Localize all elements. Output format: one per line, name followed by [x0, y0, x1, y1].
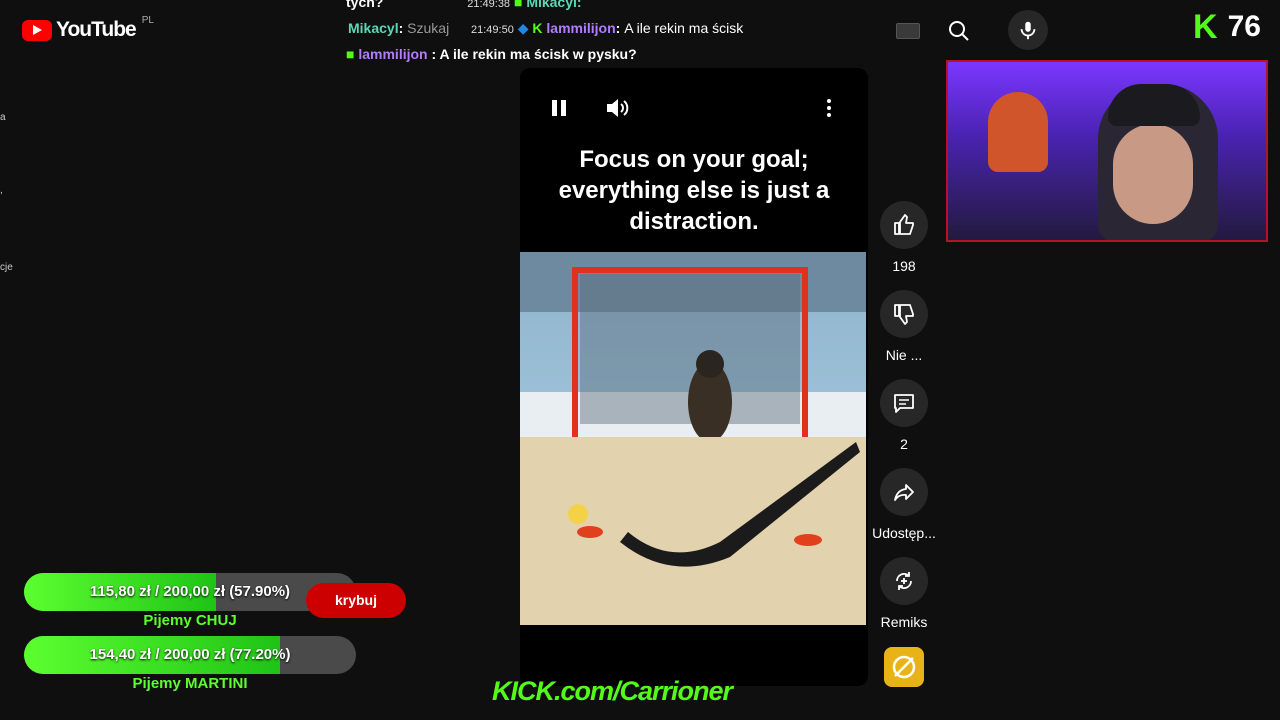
kick-logo-icon: K [1193, 8, 1218, 46]
viewer-count: 76 [1227, 10, 1261, 43]
hockey-scene [520, 252, 866, 625]
subscribe-button[interactable]: krybuj [306, 583, 406, 618]
search-icon [949, 21, 969, 41]
sound-thumbnail[interactable] [884, 647, 924, 687]
chat-text: A ile rekin ma ścisk [624, 20, 744, 36]
kick-badge-icon: K [532, 20, 543, 36]
volume-icon [607, 99, 629, 117]
chat-username: lammilijon [358, 46, 428, 62]
badge-icon: ■ [346, 46, 355, 62]
pause-icon [552, 100, 566, 116]
remix-icon [896, 572, 912, 590]
search-button[interactable] [936, 10, 982, 52]
chat-message: ■ lammilijon : A ile rekin ma ścisk w py… [346, 46, 637, 62]
audio-remix-icon [892, 655, 916, 679]
goal-label: Pijemy CHUJ [143, 612, 237, 629]
volume-button[interactable] [604, 96, 630, 125]
keyboard-icon[interactable] [896, 23, 920, 39]
streamer-face [1113, 124, 1193, 224]
cap [1108, 84, 1200, 126]
youtube-logo[interactable]: YouTube PL [22, 14, 154, 42]
chat-username: lammilijon [546, 20, 616, 36]
chat-message: 21:49:50 ◆ K lammilijon: A ile rekin ma … [471, 20, 744, 36]
donation-goal-bar: 154,40 zł / 200,00 zł (77.20%) [24, 636, 356, 674]
country-code: PL [141, 14, 154, 26]
youtube-play-icon [22, 19, 52, 41]
shorts-player[interactable]: Focus on your goal; everything else is j… [520, 68, 868, 686]
remix-label: Remiks [880, 614, 928, 630]
comments-action[interactable]: 2 [864, 379, 944, 452]
comment-count: 2 [900, 436, 908, 452]
goal-label: Pijemy MARTINI [132, 675, 248, 692]
kick-channel-url: KICK.com/Carrioner [492, 676, 733, 706]
sidebar-fragment: cje [0, 262, 13, 273]
mic-icon [1020, 21, 1036, 40]
comment-icon [894, 394, 914, 413]
chat-message-partial: tych? 21:49:38 ■ Mikacyl: [346, 0, 582, 10]
comments-button[interactable] [880, 379, 928, 427]
remix-action[interactable]: Remiks [864, 557, 944, 630]
webcam-overlay [946, 60, 1268, 242]
more-vert-icon [827, 99, 831, 117]
thumbs-up-icon [894, 214, 914, 235]
youtube-wordmark: YouTube [56, 18, 137, 41]
dislike-button[interactable] [880, 290, 928, 338]
kick-viewer-count: K 76 [1193, 10, 1261, 44]
short-caption: Focus on your goal; everything else is j… [558, 146, 830, 235]
remix-button[interactable] [880, 557, 928, 605]
badge-icon: ◆ [517, 20, 529, 36]
share-button[interactable] [880, 468, 928, 516]
like-button[interactable] [880, 201, 928, 249]
voice-search-button[interactable] [1008, 10, 1048, 50]
pause-button[interactable] [550, 98, 568, 123]
chat-message: Mikacyl: Szukaj [348, 20, 450, 36]
like-action[interactable]: 198 [864, 201, 944, 274]
thumbs-down-icon [894, 304, 914, 325]
chat-timestamp: 21:49:50 [471, 24, 514, 36]
short-video-frame [520, 252, 866, 625]
share-icon [894, 484, 914, 501]
goal-progress-text: 154,40 zł / 200,00 zł (77.20%) [89, 646, 291, 663]
share-label: Udostęp... [872, 525, 936, 541]
like-count: 198 [892, 258, 916, 274]
chat-username: Mikacyl [348, 20, 399, 36]
sidebar-fragment: , [0, 185, 3, 196]
share-action[interactable]: Udostęp... [864, 468, 944, 541]
dislike-label: Nie ... [885, 347, 923, 363]
chat-text: A ile rekin ma ścisk w pysku? [439, 46, 637, 62]
more-options-button[interactable] [826, 98, 832, 123]
sidebar-fragment: a [0, 112, 6, 123]
plush-figure [988, 92, 1048, 172]
dislike-action[interactable]: Nie ... [864, 290, 944, 363]
